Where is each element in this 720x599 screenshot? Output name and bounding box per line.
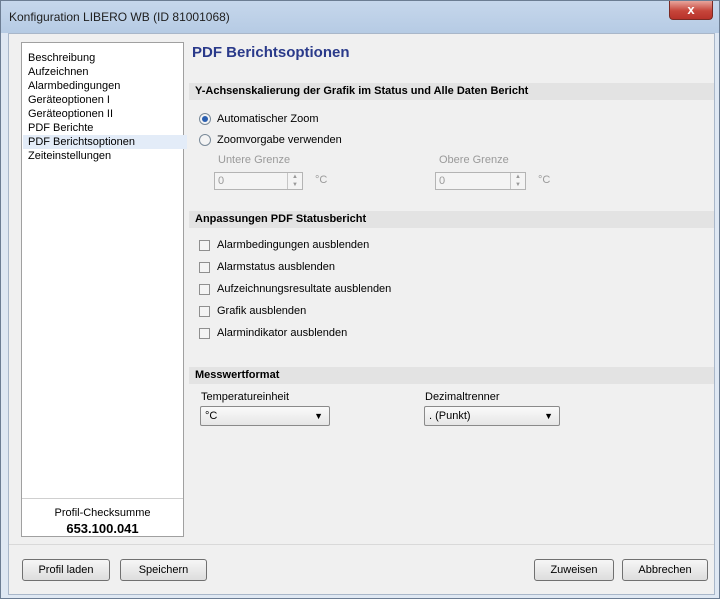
checkbox-icon xyxy=(199,327,210,339)
sidebar-item-alarmbedingungen[interactable]: Alarmbedingungen xyxy=(26,79,178,93)
radio-manual-zoom[interactable]: Zoomvorgabe verwenden xyxy=(199,133,342,147)
save-button[interactable]: Speichern xyxy=(120,559,207,581)
chevron-down-icon: ▼ xyxy=(544,411,553,421)
page-title: PDF Berichtsoptionen xyxy=(192,44,350,61)
sidebar-item-pdf-berichtsoptionen[interactable]: PDF Berichtsoptionen xyxy=(23,135,187,149)
sidebar-item-geraeteoptionen-2[interactable]: Geräteoptionen II xyxy=(26,107,178,121)
sidebar-item-zeiteinstellungen[interactable]: Zeiteinstellungen xyxy=(26,149,178,163)
checkbox-label: Grafik ausblenden xyxy=(217,305,307,317)
checkbox-icon xyxy=(199,283,210,295)
lower-limit-spinner[interactable]: 0 ▲ ▼ xyxy=(214,172,303,190)
sidebar-item-geraeteoptionen-1[interactable]: Geräteoptionen I xyxy=(26,93,178,107)
checkbox-icon xyxy=(199,305,210,317)
lower-limit-unit: °C xyxy=(315,174,328,186)
checkbox-hide-graph[interactable]: Grafik ausblenden xyxy=(199,304,306,318)
checksum-value: 653.100.041 xyxy=(66,521,139,536)
sidebar-item-aufzeichnen[interactable]: Aufzeichnen xyxy=(26,65,178,79)
lower-limit-value: 0 xyxy=(218,175,225,187)
checkbox-hide-alarm-conditions[interactable]: Alarmbedingungen ausblenden xyxy=(199,238,369,252)
decimal-separator-select[interactable]: . (Punkt) ▼ xyxy=(424,406,560,426)
footer-divider xyxy=(9,544,714,545)
close-button[interactable]: x xyxy=(669,1,713,20)
settings-content: PDF Berichtsoptionen Y-Achsenskalierung … xyxy=(189,34,714,544)
upper-limit-unit: °C xyxy=(538,174,551,186)
checkbox-label: Alarmindikator ausblenden xyxy=(217,327,348,339)
decimal-separator-value: . (Punkt) xyxy=(429,410,471,422)
checkbox-hide-recording-results[interactable]: Aufzeichnungsresultate ausblenden xyxy=(199,282,391,296)
radio-selected-icon xyxy=(199,113,211,126)
radio-unselected-icon xyxy=(199,134,211,147)
chevron-down-icon: ▼ xyxy=(314,411,323,421)
spinner-arrows-icon[interactable]: ▲ ▼ xyxy=(510,173,525,189)
radio-manual-zoom-label: Zoomvorgabe verwenden xyxy=(217,134,342,146)
checkbox-label: Alarmbedingungen ausblenden xyxy=(217,239,370,251)
upper-limit-spinner[interactable]: 0 ▲ ▼ xyxy=(435,172,526,190)
section-y-axis-heading: Y-Achsenskalierung der Grafik im Status … xyxy=(189,83,714,100)
checksum-panel: Profil-Checksumme 653.100.041 xyxy=(22,498,183,537)
upper-limit-label: Obere Grenze xyxy=(439,154,509,166)
window-title: Konfiguration LIBERO WB (ID 81001068) xyxy=(9,10,230,24)
section-status-heading: Anpassungen PDF Statusbericht xyxy=(189,211,714,228)
dialog-client-area: Beschreibung Aufzeichnen Alarmbedingunge… xyxy=(8,33,715,595)
spinner-arrows-icon[interactable]: ▲ ▼ xyxy=(287,173,302,189)
sidebar-item-beschreibung[interactable]: Beschreibung xyxy=(26,51,178,65)
checkbox-label: Alarmstatus ausblenden xyxy=(217,261,336,273)
checkbox-icon xyxy=(199,261,210,273)
section-format-heading: Messwertformat xyxy=(189,367,714,384)
radio-auto-zoom-label: Automatischer Zoom xyxy=(217,113,319,125)
temp-unit-value: °C xyxy=(205,410,218,422)
load-profile-button[interactable]: Profil laden xyxy=(22,559,110,581)
checkbox-icon xyxy=(199,239,210,251)
sidebar-item-pdf-berichte[interactable]: PDF Berichte xyxy=(26,121,178,135)
temp-unit-select[interactable]: °C ▼ xyxy=(200,406,330,426)
config-dialog: Konfiguration LIBERO WB (ID 81001068) x … xyxy=(0,0,720,599)
sidebar-nav: Beschreibung Aufzeichnen Alarmbedingunge… xyxy=(21,42,187,537)
checkbox-hide-alarm-status[interactable]: Alarmstatus ausblenden xyxy=(199,260,335,274)
cancel-button[interactable]: Abbrechen xyxy=(622,559,708,581)
lower-limit-label: Untere Grenze xyxy=(218,154,291,166)
upper-limit-value: 0 xyxy=(439,175,446,187)
decimal-separator-label: Dezimaltrenner xyxy=(425,391,500,403)
checksum-label: Profil-Checksumme xyxy=(54,507,151,519)
assign-button[interactable]: Zuweisen xyxy=(534,559,614,581)
checkbox-hide-alarm-indicator[interactable]: Alarmindikator ausblenden xyxy=(199,326,347,340)
radio-auto-zoom[interactable]: Automatischer Zoom xyxy=(199,112,318,126)
title-bar: Konfiguration LIBERO WB (ID 81001068) x xyxy=(1,1,719,33)
checkbox-label: Aufzeichnungsresultate ausblenden xyxy=(217,283,392,295)
temp-unit-label: Temperatureinheit xyxy=(201,391,290,403)
